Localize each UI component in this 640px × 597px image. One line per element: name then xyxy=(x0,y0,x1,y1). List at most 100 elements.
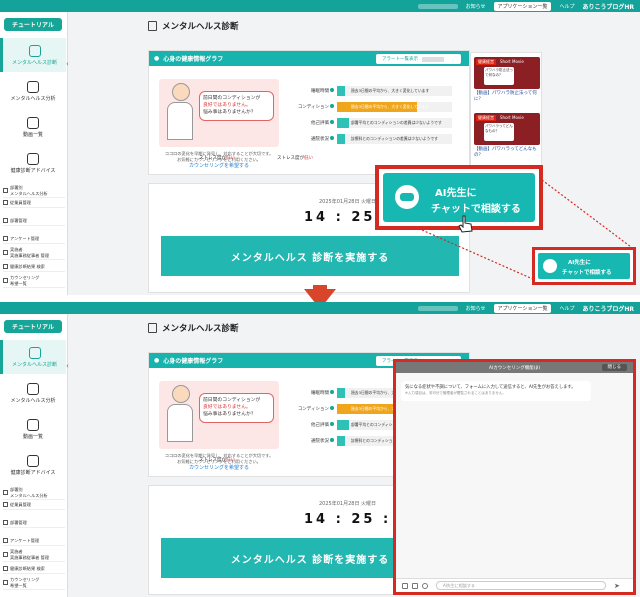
robot-icon xyxy=(395,185,419,209)
stat-label: コンディション xyxy=(289,104,337,110)
person-icon xyxy=(3,250,8,255)
chat-input[interactable]: AI先生に相談する xyxy=(436,581,606,590)
send-icon[interactable]: ➤ xyxy=(614,582,620,590)
search-icon xyxy=(3,566,8,571)
speech-bubble: 前日間のコンディションが 良好ではありません。 悩み事はありませんか？ xyxy=(199,91,274,121)
short-movie-caption[interactable]: 【動画】パワハラってどんなもの？ xyxy=(474,147,540,159)
notice-link[interactable]: お知らせ xyxy=(466,3,486,10)
sidebar-item-label: 健康診断アドバイス xyxy=(10,469,56,476)
sidebar-item-health-search[interactable]: 健康診断結果 検索 xyxy=(3,262,65,272)
close-button[interactable]: 閉じる xyxy=(601,364,627,371)
stat-text: 部署平均とのコンディションの差異は少ないようです xyxy=(351,120,442,125)
notice-link[interactable]: お知らせ xyxy=(466,305,486,312)
sidebar-item-videos[interactable]: 動画一覧 xyxy=(0,412,66,446)
sidebar-item-health-advice[interactable]: 健康診断アドバイス xyxy=(0,146,66,180)
chat-icon[interactable] xyxy=(422,582,428,589)
ai-chat-button[interactable]: AI先生に チャットで相談する xyxy=(532,247,636,285)
sidebar-item-videos[interactable]: 動画一覧 xyxy=(0,110,66,144)
sidebar-item-departments[interactable]: 部署管理 xyxy=(3,518,65,528)
apps-button[interactable]: アプリケーション一覧 xyxy=(493,303,552,313)
tutorial-label: チュートリアル xyxy=(12,22,54,29)
sidebar-item-label: 従業員管理 xyxy=(10,501,31,507)
chart-icon xyxy=(3,188,8,193)
sidebar-item-label: カウンセリング 希望一覧 xyxy=(10,274,40,286)
stat-label: 睡眠時間 xyxy=(289,88,337,94)
sidebar-item-label: 従業員管理 xyxy=(10,199,31,205)
heart-icon xyxy=(27,80,39,93)
doctor-box: 前日間のコンディションが 良好ではありません。 悩み事はありませんか？ xyxy=(159,381,279,449)
sidebar-item-counsel-list[interactable]: カウンセリング 希望一覧 xyxy=(3,274,65,288)
sidebar-item-dept-analysis[interactable]: 部署別 メンタルヘルス分析 xyxy=(3,184,65,198)
heart-icon xyxy=(27,382,39,395)
chat-footer: AI先生に相談する ➤ xyxy=(396,578,633,592)
user-info xyxy=(417,3,458,9)
survey-icon xyxy=(3,236,8,241)
person-icon xyxy=(3,552,8,557)
collapse-icon[interactable]: ‹ xyxy=(66,362,69,370)
stat-bar: 診療科とのコンディションの差異は少ないようです xyxy=(337,134,452,144)
short-movie-caption[interactable]: 【動画】パワハラ防止法って何に？ xyxy=(474,91,540,103)
help-link[interactable]: ヘルプ xyxy=(559,305,574,312)
sidebar-item-diagnosis[interactable]: メンタルヘルス診断 xyxy=(0,38,66,72)
page-title: メンタルヘルス診断 xyxy=(148,20,239,32)
sidebar-item-employees[interactable]: 従業員管理 xyxy=(3,198,65,208)
counseling-link[interactable]: カウンセリングを希望する xyxy=(189,464,249,471)
ai-message: 気になる症状や不調について、フォームに入力して送信すると、AI先生がお答えします… xyxy=(401,381,591,401)
short-movie-thumb[interactable]: 健康経営 Short Movie パワハラ防止法って何なの？ xyxy=(474,57,540,89)
sidebar-item-analysis[interactable]: メンタルヘルス分析 xyxy=(0,74,66,108)
edit-icon[interactable] xyxy=(402,582,408,589)
date-label: 2025年01月28日 火曜日 xyxy=(319,501,377,507)
search-icon xyxy=(3,264,8,269)
sidebar-item-practitioners[interactable]: 実施者 実施事務従事者 管理 xyxy=(3,246,65,260)
counseling-link[interactable]: カウンセリングを希望する xyxy=(189,162,249,169)
bubble-line: 良好ではありません。 xyxy=(203,103,251,109)
bubble-line: 悩み事はありませんか？ xyxy=(203,110,256,116)
sidebar-item-diagnosis[interactable]: メンタルヘルス診断 xyxy=(0,340,66,374)
sidebar-item-label: 部署別 メンタルヘルス分析 xyxy=(10,184,48,196)
sidebar-item-health-search[interactable]: 健康診断結果 検索 xyxy=(3,564,65,574)
stat-text: 過去3日間の平均から、大きく変化しています xyxy=(351,88,430,93)
video-icon xyxy=(27,116,39,129)
help-link[interactable]: ヘルプ xyxy=(559,3,574,10)
survey-icon xyxy=(3,538,8,543)
alert-list-button[interactable]: アラート一覧表示 xyxy=(376,54,461,64)
list-icon xyxy=(3,278,8,283)
short-movie-list: 健康経営 Short Movie パワハラ防止法って何なの？ 【動画】パワハラ防止法… xyxy=(470,52,542,178)
pointer-hand-icon xyxy=(458,215,473,233)
run-diagnosis-button[interactable]: メンタルヘルス 診断を実施する xyxy=(161,236,459,276)
top-bar: お知らせ アプリケーション一覧 ヘルプ ありこうブログHR xyxy=(0,0,640,12)
date-label: 2025年01月28日 火曜日 xyxy=(319,199,377,205)
chat-title: AIカウンセリング機能(β) xyxy=(488,365,541,371)
apps-button[interactable]: アプリケーション一覧 xyxy=(493,1,552,11)
sidebar-item-health-advice[interactable]: 健康診断アドバイス xyxy=(0,448,66,482)
sidebar-item-departments[interactable]: 部署管理 xyxy=(3,216,65,226)
ai-button-line: AI先生に xyxy=(568,260,591,266)
stat-row: 睡眠時間 過去3日間の平均から、大きく変化しています xyxy=(289,83,464,99)
stat-label: 他己評価 xyxy=(289,120,337,126)
sidebar-item-dept-analysis[interactable]: 部署別 メンタルヘルス分析 xyxy=(3,486,65,500)
collapse-icon[interactable]: ‹ xyxy=(66,60,69,68)
health-icon xyxy=(27,454,39,467)
video-icon xyxy=(27,418,39,431)
sidebar-item-survey[interactable]: アンケート管理 xyxy=(3,234,65,244)
after-panel: お知らせ アプリケーション一覧 ヘルプ ありこうブログHR チュートリアル メン… xyxy=(0,302,640,597)
sidebar-item-counsel-list[interactable]: カウンセリング 希望一覧 xyxy=(3,576,65,590)
stress-level-2: ストレス度が低い xyxy=(277,156,313,161)
chat-header: AIカウンセリング機能(β) 閉じる xyxy=(396,362,633,373)
list-icon[interactable] xyxy=(412,582,418,589)
sidebar-item-practitioners[interactable]: 実施者 実施事務従事者 管理 xyxy=(3,548,65,562)
stats-list: 睡眠時間 過去3日間の平均から、大きく変化しています コンディション 過去3日間の平… xyxy=(289,83,464,147)
sidebar-item-label: メンタルヘルス診断 xyxy=(11,361,57,368)
tutorial-button[interactable]: チュートリアル xyxy=(4,320,62,333)
sidebar-item-employees[interactable]: 従業員管理 xyxy=(3,500,65,510)
clipboard-icon xyxy=(28,346,41,359)
before-panel: お知らせ アプリケーション一覧 ヘルプ ありこうブログHR チュートリアル メン… xyxy=(0,0,640,295)
chat-body: 気になる症状や不調について、フォームに入力して送信すると、AI先生がお答えします… xyxy=(396,373,633,578)
health-icon xyxy=(27,152,39,165)
short-movie-thumb[interactable]: 健康経営 Short Movie パワハラってどんなもの？ xyxy=(474,113,540,145)
tutorial-button[interactable]: チュートリアル xyxy=(4,18,62,31)
sidebar-item-analysis[interactable]: メンタルヘルス分析 xyxy=(0,376,66,410)
sidebar-item-label: カウンセリング 希望一覧 xyxy=(10,576,40,588)
sidebar-item-survey[interactable]: アンケート管理 xyxy=(3,536,65,546)
bubble-line: 前日間のコンディションが xyxy=(203,398,261,403)
